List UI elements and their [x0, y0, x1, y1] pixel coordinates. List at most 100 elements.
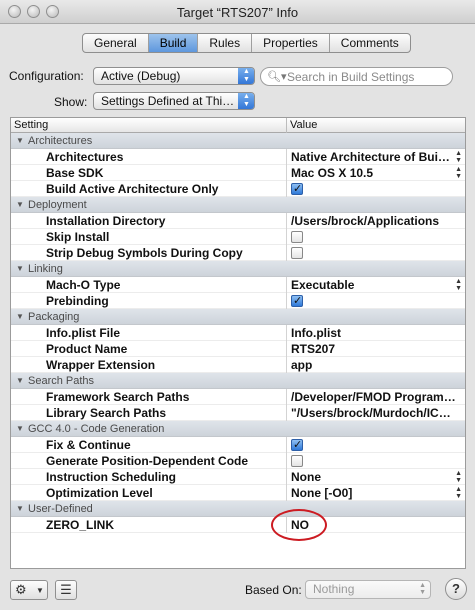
setting-name: Architectures: [46, 150, 124, 164]
help-icon: ?: [452, 581, 460, 596]
configuration-label: Configuration:: [9, 69, 84, 83]
popup-arrows-icon: ▲ ▼: [238, 93, 254, 109]
disclosure-triangle-icon[interactable]: ▼: [16, 197, 24, 213]
setting-value[interactable]: None [-O0]: [291, 485, 463, 501]
gear-icon: ⚙: [15, 582, 27, 597]
group-header-packaging[interactable]: ▼ Packaging: [11, 309, 465, 325]
setting-row-framework-search-paths[interactable]: Framework Search Paths/Developer/FMOD Pr…: [11, 389, 465, 405]
setting-checkbox[interactable]: [291, 293, 303, 309]
group-title: GCC 4.0 - Code Generation: [28, 423, 165, 435]
popup-arrows-icon[interactable]: ▲ ▼: [455, 150, 462, 164]
group-title: Deployment: [28, 199, 87, 211]
setting-row-wrapper-extension[interactable]: Wrapper Extension app: [11, 357, 465, 373]
setting-row-skip-install[interactable]: Skip Install: [11, 229, 465, 245]
group-header-linking[interactable]: ▼ Linking: [11, 261, 465, 277]
empty-row: [11, 549, 465, 565]
popup-arrows-icon: ▲ ▼: [419, 582, 426, 596]
setting-checkbox[interactable]: [291, 455, 303, 467]
setting-row-mach-o-type[interactable]: Mach-O Type Executable ▲ ▼: [11, 277, 465, 293]
column-divider: [286, 453, 287, 469]
column-divider: [286, 229, 287, 245]
setting-row-zero-link[interactable]: ZERO_LINK NO: [11, 517, 465, 533]
setting-value[interactable]: Executable: [291, 277, 463, 293]
popup-arrows-icon: ▲ ▼: [238, 68, 254, 84]
setting-name: Installation Directory: [46, 214, 166, 228]
setting-checkbox[interactable]: [291, 247, 303, 259]
column-divider: [286, 341, 287, 357]
group-header-gcc-4-0-code-generation[interactable]: ▼ GCC 4.0 - Code Generation: [11, 421, 465, 437]
tab-rules[interactable]: Rules: [198, 34, 253, 52]
setting-row-build-active-architecture-only[interactable]: Build Active Architecture Only: [11, 181, 465, 197]
setting-name: Base SDK: [46, 166, 104, 180]
column-divider: [286, 357, 287, 373]
setting-row-fix-continue[interactable]: Fix & Continue: [11, 437, 465, 453]
setting-value[interactable]: Native Architecture of Bui…: [291, 149, 463, 165]
disclosure-triangle-icon[interactable]: ▼: [16, 501, 24, 517]
group-header-deployment[interactable]: ▼ Deployment: [11, 197, 465, 213]
popup-arrows-icon[interactable]: ▲ ▼: [455, 278, 462, 292]
setting-value[interactable]: None: [291, 469, 463, 485]
setting-checkbox[interactable]: [291, 231, 303, 243]
show-label: Show:: [54, 95, 88, 109]
setting-value[interactable]: app: [291, 357, 463, 373]
tab-bar: General Build Rules Properties Comments: [82, 33, 411, 53]
tab-general[interactable]: General: [83, 34, 149, 52]
setting-value[interactable]: Mac OS X 10.5: [291, 165, 463, 181]
search-field[interactable]: 🔍︎▾: [260, 67, 453, 86]
help-button[interactable]: ?: [445, 578, 467, 600]
disclosure-triangle-icon[interactable]: ▼: [16, 421, 24, 437]
setting-row-base-sdk[interactable]: Base SDK Mac OS X 10.5 ▲ ▼: [11, 165, 465, 181]
disclosure-triangle-icon[interactable]: ▼: [16, 133, 24, 149]
column-divider: [286, 325, 287, 341]
tab-properties[interactable]: Properties: [252, 34, 330, 52]
setting-row-optimization-level[interactable]: Optimization Level None [-O0] ▲ ▼: [11, 485, 465, 501]
setting-value[interactable]: /Developer/FMOD Program…: [291, 389, 463, 405]
popup-arrows-icon[interactable]: ▲ ▼: [455, 166, 462, 180]
tab-comments[interactable]: Comments: [330, 34, 410, 52]
setting-row-info-plist-file[interactable]: Info.plist File Info.plist: [11, 325, 465, 341]
disclosure-triangle-icon[interactable]: ▼: [16, 261, 24, 277]
setting-row-architectures[interactable]: Architectures Native Architecture of Bui……: [11, 149, 465, 165]
title-bar[interactable]: Target “RTS207” Info: [0, 0, 475, 24]
group-header-search-paths[interactable]: ▼ Search Paths: [11, 373, 465, 389]
setting-value[interactable]: "/Users/brock/Murdoch/IC…: [291, 405, 463, 421]
column-divider: [286, 149, 287, 165]
column-divider: [286, 213, 287, 229]
setting-name: Library Search Paths: [46, 406, 167, 420]
setting-row-strip-debug-symbols-during-copy[interactable]: Strip Debug Symbols During Copy: [11, 245, 465, 261]
setting-row-generate-position-dependent-code[interactable]: Generate Position-Dependent Code: [11, 453, 465, 469]
setting-row-instruction-scheduling[interactable]: Instruction Scheduling None ▲ ▼: [11, 469, 465, 485]
setting-value[interactable]: Info.plist: [291, 325, 463, 341]
setting-name: ZERO_LINK: [46, 518, 115, 532]
group-header-user-defined[interactable]: ▼ User-Defined: [11, 501, 465, 517]
popup-arrows-icon[interactable]: ▲ ▼: [455, 470, 462, 484]
build-settings-table: Setting Value ▼ Architectures Architecture…: [10, 117, 466, 569]
column-header-value[interactable]: Value: [290, 118, 317, 132]
list-view-button[interactable]: ☰: [55, 580, 77, 600]
group-header-architectures[interactable]: ▼ Architectures: [11, 133, 465, 149]
setting-row-library-search-paths[interactable]: Library Search Paths "/Users/brock/Murdo…: [11, 405, 465, 421]
table-rows: ▼ Architectures Architectures Native Archit…: [11, 133, 465, 565]
action-menu-button[interactable]: ⚙ ▼: [10, 580, 48, 600]
popup-arrows-icon[interactable]: ▲ ▼: [455, 486, 462, 500]
setting-row-product-name[interactable]: Product Name RTS207: [11, 341, 465, 357]
setting-row-installation-directory[interactable]: Installation Directory/Users/brock/Appli…: [11, 213, 465, 229]
setting-row-prebinding[interactable]: Prebinding: [11, 293, 465, 309]
disclosure-triangle-icon[interactable]: ▼: [16, 309, 24, 325]
setting-value[interactable]: /Users/brock/Applications: [291, 213, 463, 229]
tab-build[interactable]: Build: [148, 34, 199, 52]
setting-name: Fix & Continue: [46, 438, 131, 452]
based-on-popup[interactable]: Nothing ▲ ▼: [305, 580, 431, 599]
column-header-setting[interactable]: Setting: [14, 118, 48, 132]
setting-checkbox[interactable]: [291, 437, 303, 453]
table-header: Setting Value: [11, 118, 465, 133]
setting-checkbox[interactable]: [291, 181, 303, 197]
show-popup[interactable]: Settings Defined at Thi… ▲ ▼: [93, 92, 255, 110]
disclosure-triangle-icon[interactable]: ▼: [16, 373, 24, 389]
based-on-label: Based On:: [245, 583, 302, 597]
configuration-popup[interactable]: Active (Debug) ▲ ▼: [93, 67, 255, 85]
setting-value[interactable]: RTS207: [291, 341, 463, 357]
setting-name: Generate Position-Dependent Code: [46, 454, 249, 468]
column-divider[interactable]: [286, 118, 287, 133]
search-input[interactable]: [287, 69, 447, 84]
